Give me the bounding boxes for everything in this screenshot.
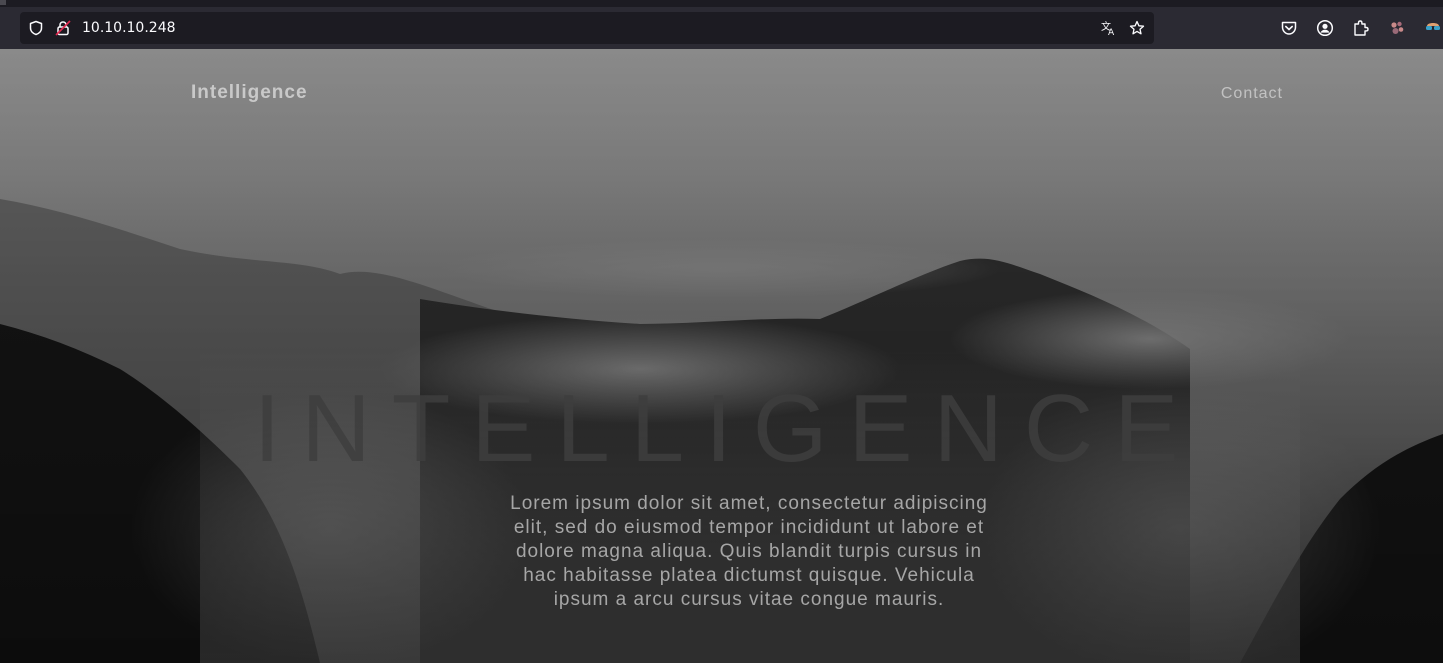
insecure-lock-icon[interactable] [55, 20, 71, 36]
browser-toolbar: 10.10.10.248 文A [0, 7, 1443, 49]
paw-extension-icon[interactable] [1388, 19, 1406, 37]
web-page: Intelligence Contact INTELLIGENCE Lorem … [0, 49, 1443, 663]
hero-title: INTELLIGENCE [253, 375, 1200, 482]
nav-contact-link[interactable]: Contact [1221, 85, 1283, 103]
star-icon[interactable] [1129, 20, 1145, 36]
account-icon[interactable] [1316, 19, 1334, 37]
hero-description: Lorem ipsum dolor sit amet, consectetur … [510, 493, 988, 610]
url-bar[interactable]: 10.10.10.248 文A [20, 12, 1154, 44]
site-brand[interactable]: Intelligence [191, 82, 308, 104]
glasses-extension-icon[interactable] [1424, 19, 1442, 37]
shield-icon[interactable] [28, 20, 44, 36]
pocket-icon[interactable] [1280, 19, 1298, 37]
extensions-icon[interactable] [1352, 19, 1370, 37]
svg-text:A: A [1108, 28, 1115, 36]
tab-edge [0, 0, 6, 5]
url-text[interactable]: 10.10.10.248 [82, 20, 176, 36]
translate-icon[interactable]: 文A [1101, 20, 1117, 38]
tab-strip [0, 0, 1443, 7]
